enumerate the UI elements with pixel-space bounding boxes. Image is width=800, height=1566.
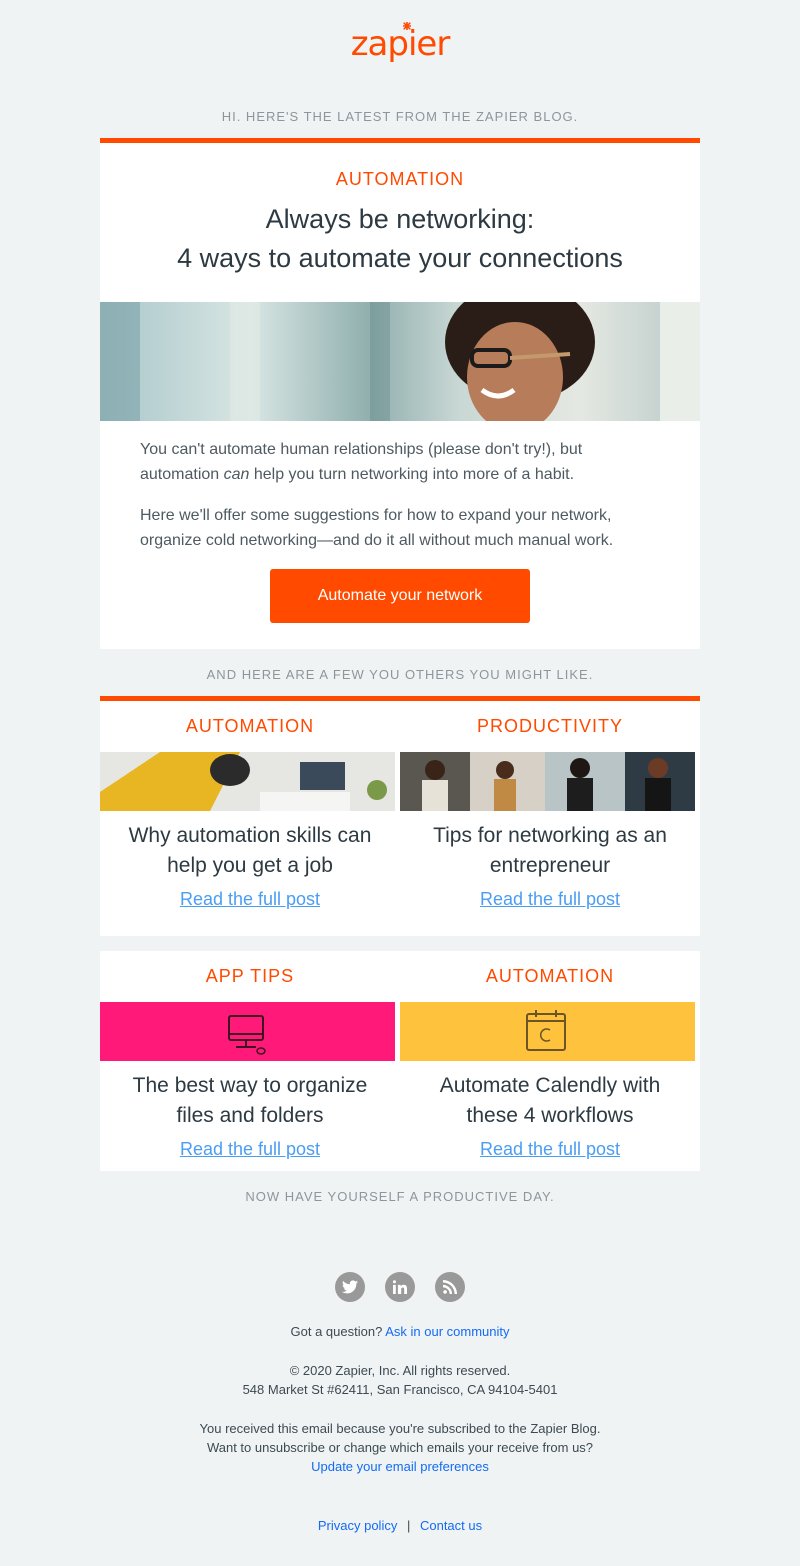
- reason-text-1: You received this email because you're s…: [199, 1421, 601, 1436]
- logo-text: zapier: [350, 24, 451, 64]
- signoff-text: NOW HAVE YOURSELF A PRODUCTIVE DAY.: [245, 1189, 555, 1204]
- calendar-icon: [526, 1010, 566, 1051]
- post-category[interactable]: AUTOMATION: [100, 701, 400, 752]
- post-title[interactable]: Tips for networking as an entrepreneur: [400, 821, 700, 881]
- hero-title-line-1: Always be networking:: [265, 204, 535, 234]
- post-tile: PRODUCTIVITY Tips for networking as an e…: [400, 701, 700, 910]
- address-text: 548 Market St #62411, San Francisco, CA …: [242, 1382, 558, 1397]
- privacy-policy-link[interactable]: Privacy policy: [318, 1518, 397, 1533]
- logo-asterisk-icon: [403, 22, 411, 30]
- post-category[interactable]: PRODUCTIVITY: [400, 701, 700, 752]
- post-image[interactable]: [100, 752, 395, 811]
- zapier-logo[interactable]: zapier: [0, 22, 800, 64]
- hero-title[interactable]: Always be networking: 4 ways to automate…: [100, 200, 700, 278]
- copyright-text: © 2020 Zapier, Inc. All rights reserved.: [289, 1363, 511, 1378]
- email-preferences-link[interactable]: Update your email preferences: [311, 1459, 489, 1474]
- hero-paragraph-2: Here we'll offer some suggestions for ho…: [140, 507, 614, 549]
- linkedin-icon[interactable]: [385, 1272, 415, 1302]
- read-full-post-link[interactable]: Read the full post: [480, 889, 620, 910]
- twitter-icon[interactable]: [335, 1272, 365, 1302]
- hero-card: AUTOMATION Always be networking: 4 ways …: [100, 138, 700, 649]
- post-tile: AUTOMATION Automate Calendly with these …: [400, 951, 700, 1160]
- hero-paragraph-1: You can't automate human relationships (…: [140, 441, 583, 483]
- post-title[interactable]: The best way to organize files and folde…: [100, 1071, 400, 1131]
- hero-photo-illustration: [100, 302, 700, 421]
- post-photo-illustration: [400, 752, 695, 811]
- read-full-post-link[interactable]: Read the full post: [180, 889, 320, 910]
- hero-image[interactable]: [100, 302, 700, 421]
- post-image[interactable]: [100, 1002, 395, 1061]
- footer-links: Privacy policy | Contact us: [0, 1516, 800, 1535]
- read-full-post-link[interactable]: Read the full post: [480, 1139, 620, 1160]
- community-link[interactable]: Ask in our community: [385, 1324, 509, 1339]
- automate-network-button[interactable]: Automate your network: [270, 569, 530, 623]
- copyright-block: © 2020 Zapier, Inc. All rights reserved.…: [0, 1361, 800, 1399]
- post-category[interactable]: AUTOMATION: [400, 951, 700, 1002]
- hero-title-line-2: 4 ways to automate your connections: [177, 243, 623, 273]
- post-title[interactable]: Why automation skills can help you get a…: [100, 821, 400, 881]
- post-title[interactable]: Automate Calendly with these 4 workflows: [400, 1071, 700, 1131]
- hero-category[interactable]: AUTOMATION: [100, 169, 700, 190]
- accent-bar: [100, 138, 700, 143]
- post-photo-illustration: [100, 752, 395, 811]
- post-image[interactable]: [400, 1002, 695, 1061]
- computer-icon: [228, 1015, 266, 1055]
- social-links: [0, 1272, 800, 1302]
- subscription-notice: You received this email because you're s…: [0, 1419, 800, 1476]
- rss-icon[interactable]: [435, 1272, 465, 1302]
- post-tile: APP TIPS The best way to organize files …: [100, 951, 400, 1160]
- post-image[interactable]: [400, 752, 695, 811]
- hero-body: You can't automate human relationships (…: [100, 421, 700, 553]
- question-text: Got a question?: [290, 1324, 383, 1339]
- question-line: Got a question? Ask in our community: [0, 1322, 800, 1341]
- post-row-2: APP TIPS The best way to organize files …: [100, 951, 700, 1171]
- contact-us-link[interactable]: Contact us: [420, 1518, 482, 1533]
- post-category[interactable]: APP TIPS: [100, 951, 400, 1002]
- post-row-1: AUTOMATION Why automation skills can hel…: [100, 696, 700, 936]
- post-tile: AUTOMATION Why automation skills can hel…: [100, 701, 400, 910]
- link-separator: |: [406, 1518, 411, 1533]
- intro-text: HI. HERE'S THE LATEST FROM THE ZAPIER BL…: [221, 109, 579, 124]
- others-heading: AND HERE ARE A FEW YOU OTHERS YOU MIGHT …: [206, 667, 594, 682]
- read-full-post-link[interactable]: Read the full post: [180, 1139, 320, 1160]
- reason-text-2: Want to unsubscribe or change which emai…: [206, 1440, 594, 1455]
